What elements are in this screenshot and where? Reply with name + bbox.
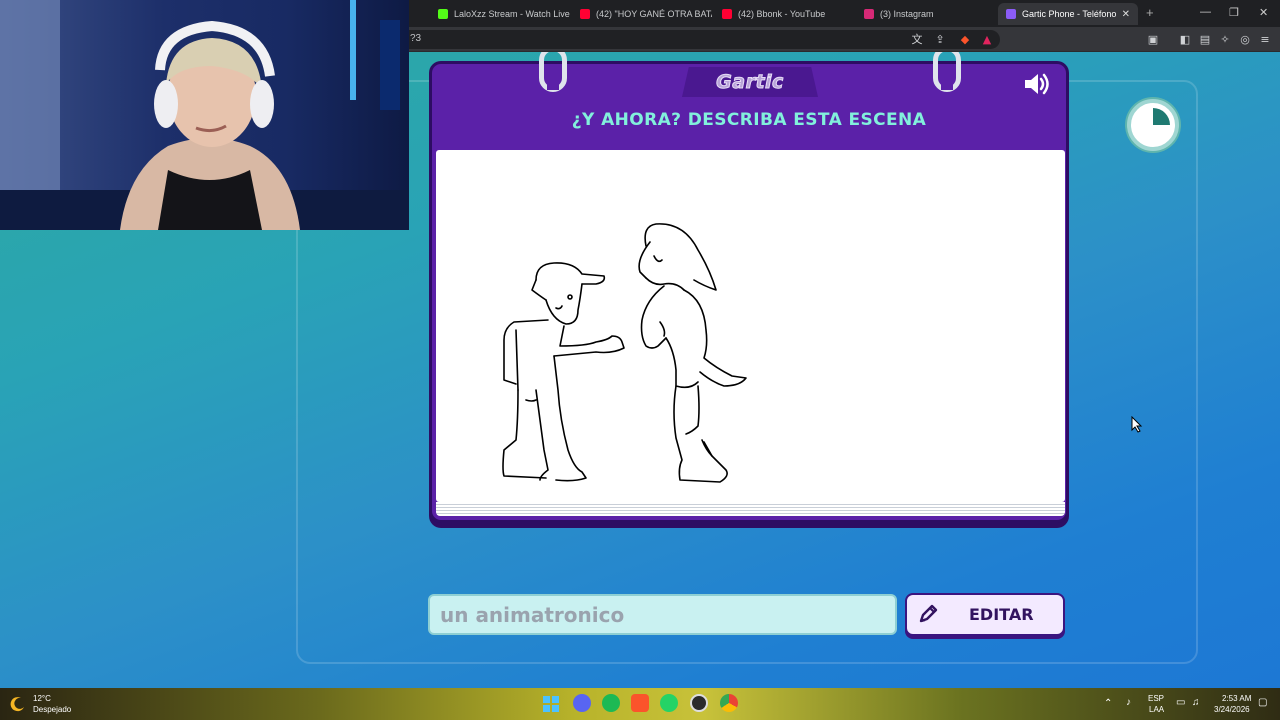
clock-time[interactable]: 2:53 AM bbox=[1222, 694, 1251, 703]
tab-label: (42) "HOY GANÉ OTRA BATALL bbox=[596, 9, 712, 19]
microphone-icon[interactable]: ♪ bbox=[1126, 697, 1131, 708]
scene-drawing bbox=[502, 223, 747, 483]
wallet-icon[interactable]: ▤ bbox=[1198, 32, 1212, 46]
whatsapp-icon[interactable] bbox=[660, 694, 678, 712]
pencil-icon bbox=[919, 604, 938, 623]
gartic-logo: Gartic bbox=[716, 71, 784, 94]
webcam-overlay bbox=[0, 0, 409, 230]
screenshot-icon[interactable]: ▣ bbox=[1146, 32, 1160, 46]
logo-tab: Gartic bbox=[682, 67, 818, 97]
gartic-phone-icon bbox=[1006, 9, 1016, 19]
tab-label: Gartic Phone - Teléfono D bbox=[1022, 9, 1116, 19]
youtube-icon bbox=[722, 9, 732, 19]
binder-ring-right bbox=[933, 46, 961, 92]
tab-label: (3) Instagram bbox=[880, 9, 934, 19]
edit-button[interactable]: EDITAR bbox=[905, 593, 1065, 636]
restore-button[interactable]: ❐ bbox=[1229, 6, 1239, 19]
spotify-icon[interactable] bbox=[602, 694, 620, 712]
volume-icon[interactable]: ♫ bbox=[1192, 697, 1200, 708]
weather-description[interactable]: Despejado bbox=[33, 705, 71, 714]
binder-ring-left bbox=[539, 46, 567, 92]
tab-instagram[interactable]: (3) Instagram bbox=[856, 3, 996, 25]
notebook-panel: Gartic ¿Y AHORA? DESCRIBA ESTA ESCENA bbox=[429, 46, 1069, 523]
obs-icon[interactable] bbox=[690, 694, 708, 712]
tab-gartic[interactable]: Gartic Phone - Teléfono D ✕ bbox=[998, 3, 1138, 25]
youtube-icon bbox=[580, 9, 590, 19]
brave-icon[interactable] bbox=[631, 694, 649, 712]
drawing-canvas bbox=[436, 150, 1065, 502]
prompt-title: ¿Y AHORA? DESCRIBA ESTA ESCENA bbox=[571, 110, 927, 130]
network-icon[interactable]: ▭ bbox=[1176, 697, 1185, 708]
speaker-icon[interactable] bbox=[1022, 70, 1052, 98]
tab-youtube-video[interactable]: (42) "HOY GANÉ OTRA BATALL bbox=[572, 3, 712, 25]
chevron-up-icon[interactable]: ⌃ bbox=[1104, 698, 1112, 709]
moon-weather-icon bbox=[10, 697, 24, 712]
instagram-icon bbox=[864, 9, 874, 19]
menu-icon[interactable]: ≡ bbox=[1258, 32, 1272, 46]
discord-icon[interactable] bbox=[573, 694, 591, 712]
clock-date[interactable]: 3/24/2026 bbox=[1214, 705, 1250, 714]
tab-label: (42) Bbonk - YouTube bbox=[738, 9, 826, 19]
new-tab-button[interactable]: + bbox=[1146, 5, 1154, 20]
chrome-icon[interactable] bbox=[720, 694, 738, 712]
minimize-button[interactable]: — bbox=[1200, 6, 1211, 18]
brave-shields-icon[interactable]: ◆ bbox=[958, 32, 972, 46]
tab-kick-stream[interactable]: LaloXzz Stream - Watch Live o bbox=[430, 3, 570, 25]
language-bottom[interactable]: LAA bbox=[1149, 705, 1164, 714]
translate-icon[interactable]: 文 bbox=[910, 32, 924, 46]
answer-input-text: un animatronico bbox=[440, 602, 625, 627]
edit-button-label: EDITAR bbox=[969, 605, 1034, 624]
tab-youtube-bbonk[interactable]: (42) Bbonk - YouTube bbox=[714, 3, 854, 25]
timer-icon bbox=[1127, 99, 1179, 151]
webcam-scene bbox=[0, 0, 409, 230]
url-text: ?3 bbox=[410, 33, 422, 44]
vpn-icon[interactable]: ◎ bbox=[1238, 32, 1252, 46]
leo-ai-icon[interactable]: ✧ bbox=[1218, 32, 1232, 46]
tab-close-icon[interactable]: ✕ bbox=[1122, 9, 1130, 20]
sidebar-icon[interactable]: ◧ bbox=[1178, 32, 1192, 46]
window-close-button[interactable]: ✕ bbox=[1259, 6, 1268, 19]
windows-start-icon[interactable] bbox=[543, 696, 559, 712]
share-icon[interactable]: ⇪ bbox=[933, 32, 947, 46]
answer-input[interactable]: un animatronico bbox=[428, 594, 897, 635]
tab-label: LaloXzz Stream - Watch Live o bbox=[454, 9, 570, 19]
windows-taskbar: 12°C Despejado ⌃ ♪ ESP LAA ▭ ♫ 2:53 AM 3… bbox=[0, 688, 1280, 720]
language-top[interactable]: ESP bbox=[1148, 694, 1164, 703]
notebook-pages-edge bbox=[436, 502, 1065, 516]
brave-rewards-icon[interactable]: ▲ bbox=[980, 32, 994, 46]
weather-temperature[interactable]: 12°C bbox=[33, 694, 51, 703]
notification-icon[interactable]: ▢ bbox=[1258, 697, 1267, 708]
kick-icon bbox=[438, 9, 448, 19]
mouse-cursor-icon bbox=[1131, 416, 1143, 433]
